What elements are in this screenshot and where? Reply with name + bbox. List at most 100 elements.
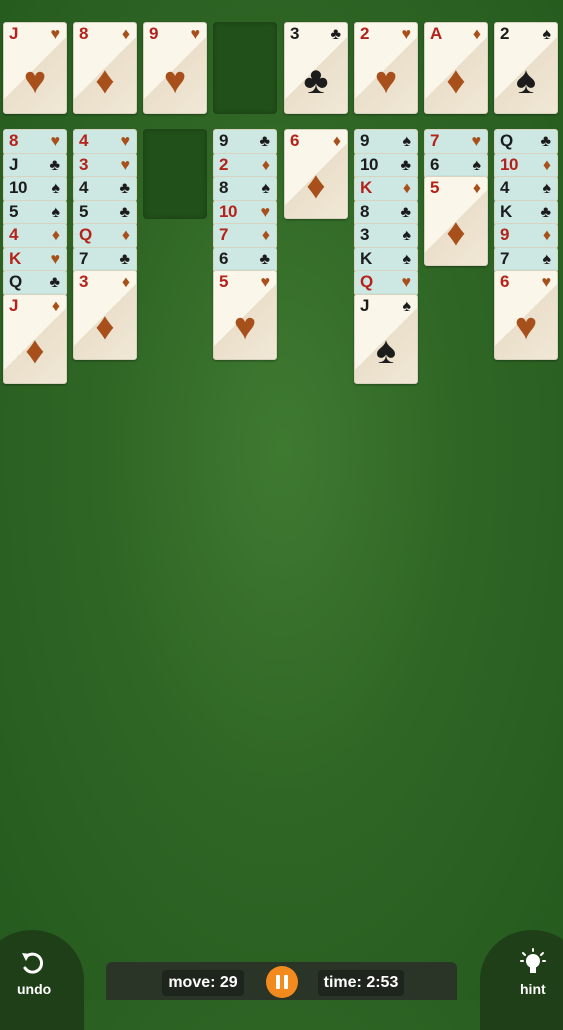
tableau-card[interactable]: 9 ♠ [354, 129, 418, 155]
lightbulb-icon [520, 948, 546, 973]
club-icon: ♣ [259, 251, 271, 268]
tableau-card[interactable]: Q ♥ [354, 270, 418, 296]
card-rank: J [360, 296, 369, 315]
diamond-icon: ♦ [95, 306, 115, 348]
tableau-card[interactable]: Q ♦ [73, 223, 137, 249]
club-icon: ♣ [119, 251, 131, 268]
spade-icon: ♠ [402, 298, 412, 315]
tableau-card[interactable]: 8 ♥ [3, 129, 67, 155]
card-rank: 5 [9, 202, 18, 221]
card-rank: 7 [219, 225, 228, 244]
tableau-card[interactable]: 9 ♣ [213, 129, 277, 155]
card-rank: 2 [500, 24, 509, 43]
diamond-icon: ♦ [446, 60, 466, 102]
diamond-icon: ♦ [306, 165, 326, 207]
tableau-card[interactable]: 5 ♦ ♦ [424, 176, 488, 266]
club-icon: ♣ [400, 157, 412, 174]
empty-tableau-column[interactable] [143, 129, 207, 219]
tableau-card[interactable]: K ♦ [354, 176, 418, 202]
tableau-card[interactable]: 3 ♠ [354, 223, 418, 249]
tableau-card[interactable]: 4 ♦ [3, 223, 67, 249]
spade-icon: ♠ [472, 157, 482, 174]
card-rank: 8 [9, 131, 18, 150]
heart-icon: ♥ [50, 251, 61, 268]
tableau-card[interactable]: 6 ♦ ♦ [284, 129, 348, 219]
diamond-icon: ♦ [542, 227, 551, 244]
club-icon: ♣ [49, 274, 61, 291]
tableau-card[interactable]: 9 ♦ [494, 223, 558, 249]
diamond-icon: ♦ [121, 26, 130, 43]
card-rank: 4 [79, 131, 88, 150]
tableau-card[interactable]: Q ♣ [494, 129, 558, 155]
tableau-card[interactable]: 8 ♠ [213, 176, 277, 202]
card-rank: Q [9, 272, 22, 291]
heart-icon: ♥ [541, 274, 552, 291]
tableau-card[interactable]: J ♠ ♠ [354, 294, 418, 384]
card-rank: 4 [9, 225, 18, 244]
card-rank: 9 [149, 24, 158, 43]
tableau-card[interactable]: 4 ♠ [494, 176, 558, 202]
diamond-icon: ♦ [121, 274, 130, 291]
card-rank: 3 [79, 272, 88, 291]
heart-icon: ♥ [260, 204, 271, 221]
card-rank: 2 [360, 24, 369, 43]
club-icon: ♣ [540, 133, 552, 150]
card-rank: K [360, 178, 372, 197]
tableau-card[interactable]: 3 ♦ ♦ [73, 270, 137, 360]
top-row-card[interactable]: 9 ♥ ♥ [143, 22, 207, 114]
heart-icon: ♥ [163, 60, 187, 102]
diamond-icon: ♦ [121, 227, 130, 244]
card-rank: 8 [219, 178, 228, 197]
tableau-card[interactable]: 10 ♠ [3, 176, 67, 202]
club-icon: ♣ [119, 204, 131, 221]
tableau-card[interactable]: 7 ♦ [213, 223, 277, 249]
club-icon: ♣ [303, 60, 329, 102]
tableau-card[interactable]: 5 ♥ ♥ [213, 270, 277, 360]
tableau-card[interactable]: 6 ♥ ♥ [494, 270, 558, 360]
top-row-card[interactable]: J ♥ ♥ [3, 22, 67, 114]
game-board: J ♥ ♥ 8 ♦ ♦ 9 ♥ ♥ 3 ♣ ♣ 2 ♥ ♥ A ♦ ♦ 2 ♠ ♠ 8 ♥ J ♣ 10 ♠ 5 ♠ 4 ♦ K ♥ Q ♣ J ♦ ♦ 4… [0, 0, 563, 1000]
card-rank: 2 [219, 155, 228, 174]
spade-icon: ♠ [375, 330, 397, 372]
timer: time: 2:53 [318, 970, 404, 996]
diamond-icon: ♦ [446, 212, 466, 254]
heart-icon: ♥ [374, 60, 398, 102]
top-row-card[interactable]: 2 ♠ ♠ [494, 22, 558, 114]
top-row-card[interactable]: 2 ♥ ♥ [354, 22, 418, 114]
card-rank: 10 [500, 155, 518, 174]
club-icon: ♣ [540, 204, 552, 221]
spade-icon: ♠ [51, 180, 61, 197]
card-rank: K [500, 202, 512, 221]
top-row-card[interactable]: A ♦ ♦ [424, 22, 488, 114]
diamond-icon: ♦ [542, 157, 551, 174]
card-rank: 4 [500, 178, 509, 197]
card-rank: 3 [290, 24, 299, 43]
move-counter: move: 29 [162, 970, 244, 996]
card-rank: K [9, 249, 21, 268]
tableau-card[interactable]: 7 ♥ [424, 129, 488, 155]
card-rank: 6 [500, 272, 509, 291]
card-rank: 5 [79, 202, 88, 221]
top-row-card[interactable]: 8 ♦ ♦ [73, 22, 137, 114]
card-rank: A [430, 24, 442, 43]
card-rank: J [9, 296, 18, 315]
club-icon: ♣ [49, 157, 61, 174]
empty-free-cell[interactable] [213, 22, 277, 114]
diamond-icon: ♦ [472, 26, 481, 43]
spade-icon: ♠ [51, 204, 61, 221]
club-icon: ♣ [330, 26, 342, 43]
pause-button[interactable] [266, 966, 298, 998]
card-rank: 9 [219, 131, 228, 150]
card-rank: 8 [360, 202, 369, 221]
diamond-icon: ♦ [95, 60, 115, 102]
tableau-card[interactable]: Q ♣ [3, 270, 67, 296]
top-row-card[interactable]: 3 ♣ ♣ [284, 22, 348, 114]
tableau-card[interactable]: J ♦ ♦ [3, 294, 67, 384]
card-rank: Q [500, 131, 513, 150]
tableau-card[interactable]: 4 ♣ [73, 176, 137, 202]
card-rank: 10 [219, 202, 237, 221]
card-rank: 7 [430, 131, 439, 150]
diamond-icon: ♦ [332, 133, 341, 150]
tableau-card[interactable]: 4 ♥ [73, 129, 137, 155]
card-rank: 5 [430, 178, 439, 197]
